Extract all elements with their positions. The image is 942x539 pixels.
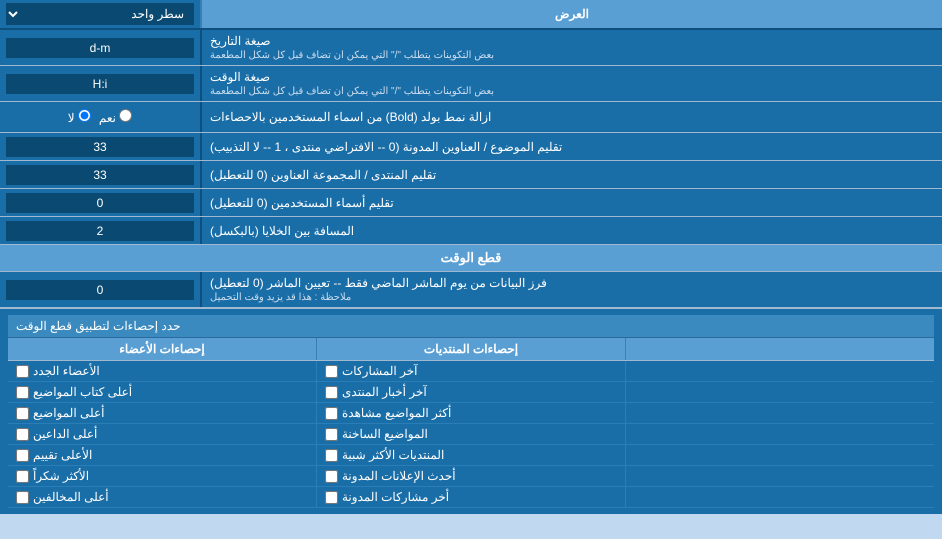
col3-header bbox=[625, 338, 934, 360]
col2-header: إحصاءات المنتديات bbox=[316, 338, 625, 360]
date-format-row: صيغة التاريخ بعض التكوينات يتطلب "/" الت… bbox=[0, 30, 942, 66]
checkbox-row-3: أكثر المواضيع مشاهدة أعلى المواضيع bbox=[8, 403, 934, 424]
col1-cell-5: الأعلى تقييم bbox=[8, 445, 316, 465]
checkbox-top-referrers[interactable] bbox=[16, 428, 29, 441]
cell-spacing-row: المسافة بين الخلايا (بالبكسل) bbox=[0, 217, 942, 245]
display-select[interactable]: سطر واحد سطرين ثلاثة أسطر bbox=[6, 3, 194, 25]
checkbox-row-7: أخر مشاركات المدونة أعلى المخالفين bbox=[8, 487, 934, 508]
col1-cell-1: الأعضاء الجدد bbox=[8, 361, 316, 381]
col3-cell-5 bbox=[625, 445, 934, 465]
cut-section-header: قطع الوقت bbox=[0, 245, 942, 272]
subject-trim-row: تقليم الموضوع / العناوين المدونة (0 -- ا… bbox=[0, 133, 942, 161]
username-trim-input-container bbox=[0, 189, 200, 216]
cell-spacing-input[interactable] bbox=[6, 221, 194, 241]
time-format-row: صيغة الوقت بعض التكوينات يتطلب "/" التي … bbox=[0, 66, 942, 102]
subject-trim-label: تقليم الموضوع / العناوين المدونة (0 -- ا… bbox=[200, 133, 942, 160]
display-label: العرض bbox=[200, 0, 942, 28]
checkbox-most-viewed[interactable] bbox=[325, 407, 338, 420]
checkbox-latest-blog[interactable] bbox=[325, 470, 338, 483]
checkbox-row-5: المنتديات الأكثر شبية الأعلى تقييم bbox=[8, 445, 934, 466]
col2-cell-4: المواضيع الساخنة bbox=[316, 424, 625, 444]
checkbox-most-active-forums[interactable] bbox=[325, 449, 338, 462]
time-format-input-container bbox=[0, 66, 200, 101]
checkbox-hot-topics[interactable] bbox=[325, 428, 338, 441]
radio-no[interactable] bbox=[78, 109, 91, 122]
col1-header: إحصاءات الأعضاء bbox=[8, 338, 316, 360]
col1-cell-6: الأكثر شكراً bbox=[8, 466, 316, 486]
cut-value-label: فرز البيانات من يوم الماشر الماضي فقط --… bbox=[200, 272, 942, 307]
checkbox-row-2: آخر أخبار المنتدى أعلى كتاب المواضيع bbox=[8, 382, 934, 403]
username-trim-row: تقليم أسماء المستخدمين (0 للتعطيل) bbox=[0, 189, 942, 217]
col3-cell-4 bbox=[625, 424, 934, 444]
remove-bold-label: ازالة نمط بولد (Bold) من اسماء المستخدمي… bbox=[200, 102, 942, 132]
col2-cell-3: أكثر المواضيع مشاهدة bbox=[316, 403, 625, 423]
subject-trim-input[interactable] bbox=[6, 137, 194, 157]
cut-value-input-container bbox=[0, 272, 200, 307]
col3-cell-2 bbox=[625, 382, 934, 402]
date-format-input[interactable] bbox=[6, 38, 194, 58]
checkbox-most-thanked[interactable] bbox=[16, 470, 29, 483]
forum-trim-input-container bbox=[0, 161, 200, 188]
col2-cell-6: أحدث الإعلانات المدونة bbox=[316, 466, 625, 486]
cell-spacing-input-container bbox=[0, 217, 200, 244]
radio-yes[interactable] bbox=[119, 109, 132, 122]
display-select-container: سطر واحد سطرين ثلاثة أسطر bbox=[0, 0, 200, 28]
checkbox-row-6: أحدث الإعلانات المدونة الأكثر شكراً bbox=[8, 466, 934, 487]
username-trim-label: تقليم أسماء المستخدمين (0 للتعطيل) bbox=[200, 189, 942, 216]
col3-cell-7 bbox=[625, 487, 934, 507]
limit-row: حدد إحصاءات لتطبيق قطع الوقت bbox=[8, 315, 934, 338]
remove-bold-row: ازالة نمط بولد (Bold) من اسماء المستخدمي… bbox=[0, 102, 942, 133]
col3-cell-1 bbox=[625, 361, 934, 381]
checkbox-last-posts[interactable] bbox=[325, 365, 338, 378]
col1-cell-7: أعلى المخالفين bbox=[8, 487, 316, 507]
subject-trim-input-container bbox=[0, 133, 200, 160]
checkbox-row-4: المواضيع الساخنة أعلى الداعين bbox=[8, 424, 934, 445]
checkbox-top-rated[interactable] bbox=[16, 449, 29, 462]
col2-cell-1: آخر المشاركات bbox=[316, 361, 625, 381]
col3-cell-6 bbox=[625, 466, 934, 486]
col1-cell-2: أعلى كتاب المواضيع bbox=[8, 382, 316, 402]
checkboxes-section: حدد إحصاءات لتطبيق قطع الوقت إحصاءات الم… bbox=[0, 308, 942, 514]
checkbox-new-members[interactable] bbox=[16, 365, 29, 378]
col2-cell-7: أخر مشاركات المدونة bbox=[316, 487, 625, 507]
checkbox-blog-posts[interactable] bbox=[325, 491, 338, 504]
time-format-input[interactable] bbox=[6, 74, 194, 94]
radio-yes-label: نعم bbox=[99, 109, 132, 125]
checkbox-top-posters[interactable] bbox=[16, 386, 29, 399]
forum-trim-row: تقليم المنتدى / المجموعة العناوين (0 للت… bbox=[0, 161, 942, 189]
forum-trim-input[interactable] bbox=[6, 165, 194, 185]
username-trim-input[interactable] bbox=[6, 193, 194, 213]
checkbox-top-topics[interactable] bbox=[16, 407, 29, 420]
remove-bold-radio-container: نعم لا bbox=[0, 102, 200, 132]
col2-cell-2: آخر أخبار المنتدى bbox=[316, 382, 625, 402]
col3-cell-3 bbox=[625, 403, 934, 423]
forum-trim-label: تقليم المنتدى / المجموعة العناوين (0 للت… bbox=[200, 161, 942, 188]
checkbox-forum-news[interactable] bbox=[325, 386, 338, 399]
col2-cell-5: المنتديات الأكثر شبية bbox=[316, 445, 625, 465]
date-format-label: صيغة التاريخ بعض التكوينات يتطلب "/" الت… bbox=[200, 30, 942, 65]
cell-spacing-label: المسافة بين الخلايا (بالبكسل) bbox=[200, 217, 942, 244]
cut-value-row: فرز البيانات من يوم الماشر الماضي فقط --… bbox=[0, 272, 942, 308]
cut-value-input[interactable] bbox=[6, 280, 194, 300]
checkbox-row-1: آخر المشاركات الأعضاء الجدد bbox=[8, 361, 934, 382]
date-format-input-container bbox=[0, 30, 200, 65]
radio-no-label: لا bbox=[68, 109, 91, 125]
checkbox-top-violators[interactable] bbox=[16, 491, 29, 504]
col1-cell-4: أعلى الداعين bbox=[8, 424, 316, 444]
time-format-label: صيغة الوقت بعض التكوينات يتطلب "/" التي … bbox=[200, 66, 942, 101]
checkboxes-header: إحصاءات المنتديات إحصاءات الأعضاء bbox=[8, 338, 934, 361]
col1-cell-3: أعلى المواضيع bbox=[8, 403, 316, 423]
